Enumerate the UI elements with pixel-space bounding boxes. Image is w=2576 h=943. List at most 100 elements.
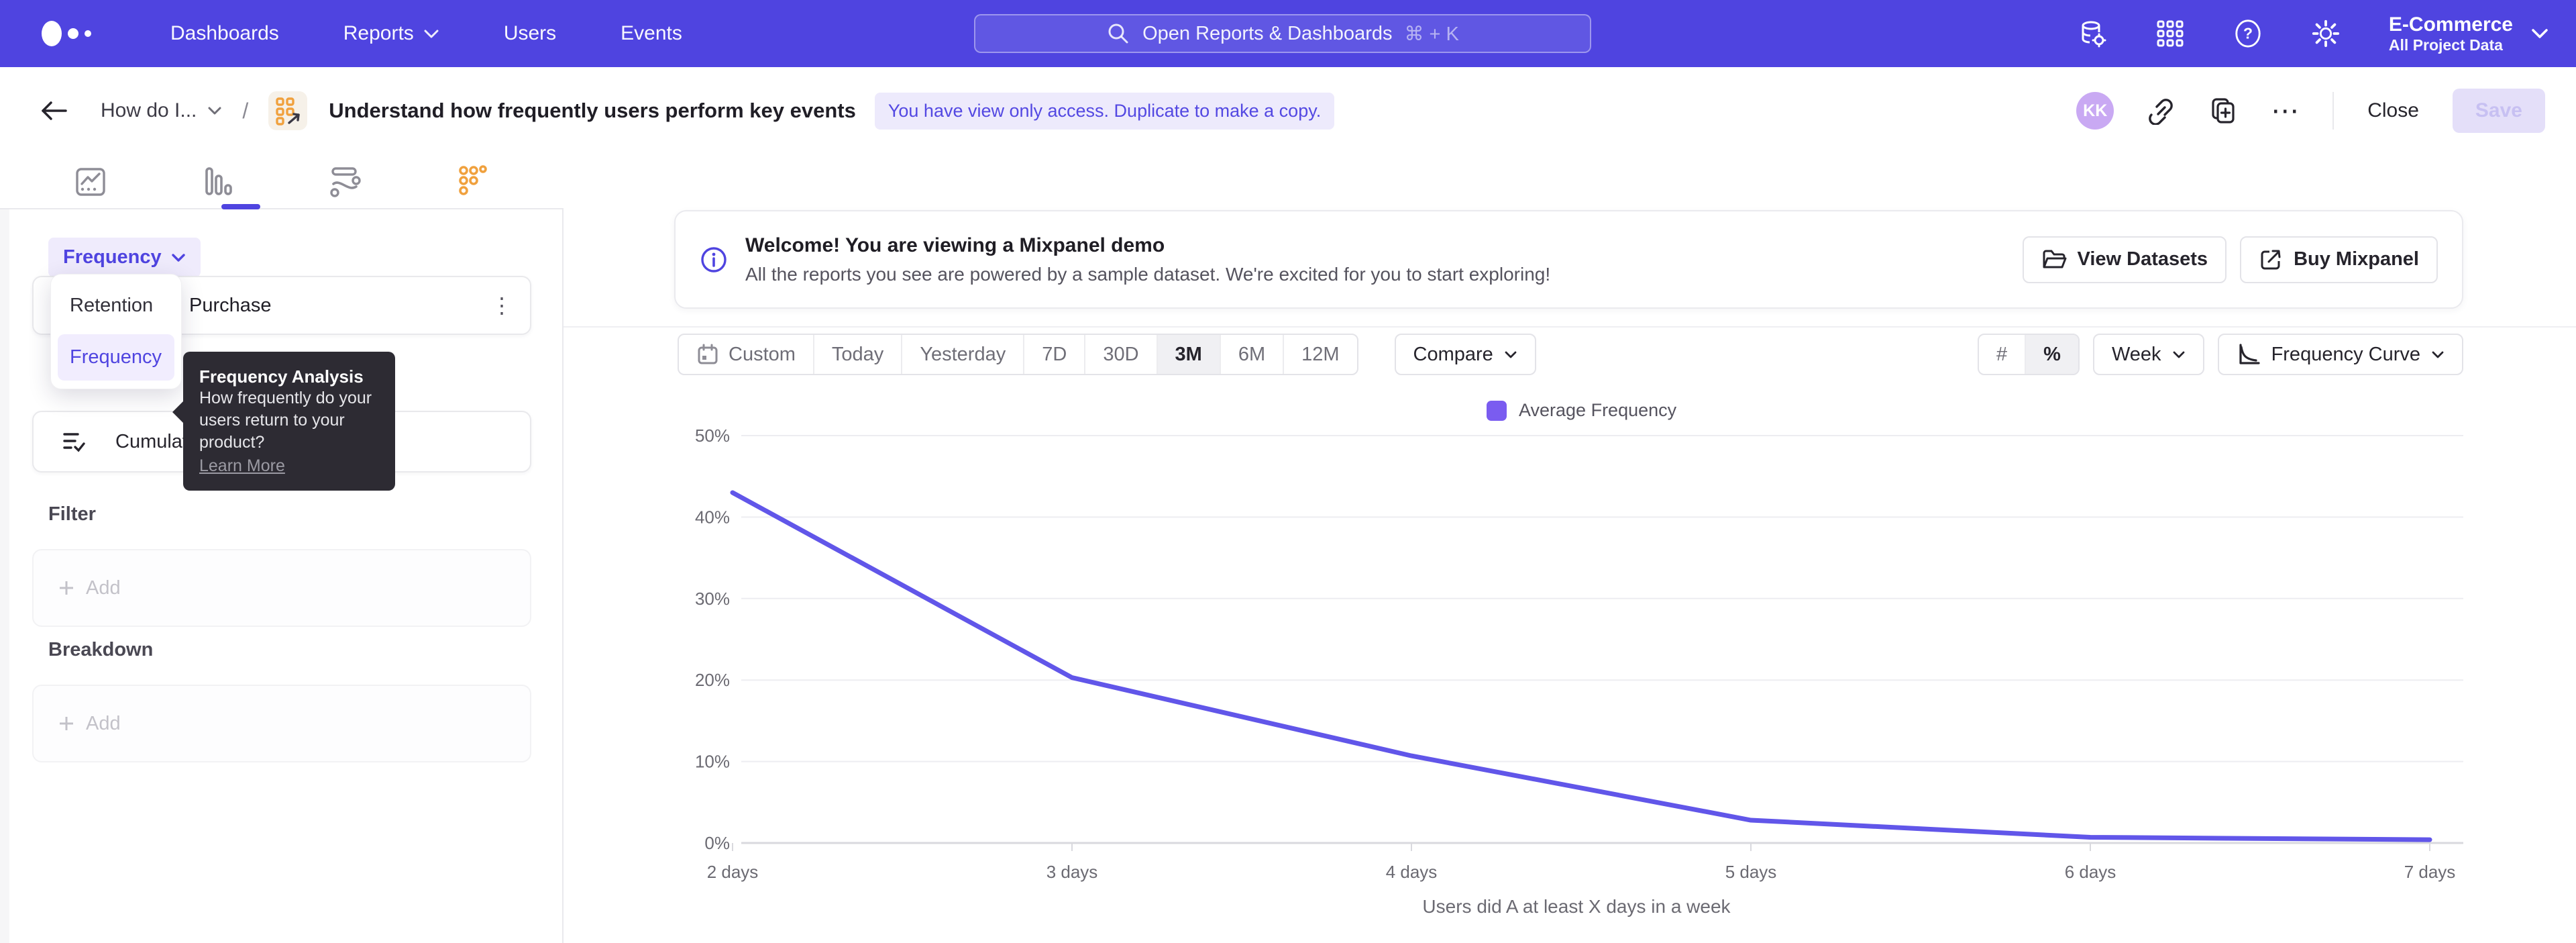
settings-gear-icon[interactable]	[2311, 19, 2341, 48]
range-label: Custom	[729, 344, 796, 366]
save-button[interactable]: Save	[2453, 89, 2545, 133]
tooltip-body: How frequently do your users return to y…	[199, 387, 379, 454]
chevron-down-icon	[207, 106, 222, 115]
tab-funnels[interactable]	[198, 161, 238, 201]
svg-text:?: ?	[2243, 25, 2253, 42]
tooltip-title: Frequency Analysis	[199, 366, 379, 387]
range-label: 3M	[1175, 344, 1202, 366]
add-label: Add	[86, 713, 121, 735]
nav-label: Reports	[343, 22, 414, 45]
buy-mixpanel-label: Buy Mixpanel	[2294, 248, 2419, 270]
breakdown-heading: Breakdown	[48, 639, 153, 661]
range-label: 6M	[1238, 344, 1265, 366]
retention-icon	[455, 164, 490, 199]
demo-banner: Welcome! You are viewing a Mixpanel demo…	[674, 210, 2463, 309]
list-check-icon	[60, 428, 87, 455]
range-6m[interactable]: 6M	[1221, 335, 1284, 374]
range-label: 12M	[1301, 344, 1339, 366]
search-icon	[1106, 21, 1130, 46]
chart-caption: Users did A at least X days in a week	[671, 896, 2482, 917]
x-axis-tick-label: 5 days	[1725, 862, 1777, 882]
range-7d[interactable]: 7D	[1024, 335, 1085, 374]
nav-label: Users	[504, 22, 556, 45]
view-only-badge[interactable]: You have view only access. Duplicate to …	[875, 93, 1334, 130]
top-nav: Dashboards Reports Users Events Open Rep…	[0, 0, 2576, 67]
learn-more-link[interactable]: Learn More	[199, 456, 285, 476]
format-number-option[interactable]: #	[1979, 335, 2026, 374]
range-3m-selected[interactable]: 3M	[1158, 335, 1221, 374]
chevron-down-icon	[423, 28, 439, 39]
nav-reports[interactable]: Reports	[343, 22, 439, 45]
tab-flows[interactable]	[325, 161, 366, 201]
range-30d[interactable]: 30D	[1085, 335, 1157, 374]
chevron-down-icon	[1504, 350, 1517, 359]
frequency-curve-icon	[2237, 342, 2261, 366]
chart-type-dropdown[interactable]: Frequency Curve	[2218, 334, 2463, 375]
y-axis-tick-label: 0%	[704, 833, 730, 853]
breakdown-add-button[interactable]: Add	[32, 685, 531, 762]
y-axis-tick-label: 20%	[695, 670, 730, 690]
event-menu-icon[interactable]: ⋮	[491, 293, 513, 318]
range-today[interactable]: Today	[814, 335, 902, 374]
back-button[interactable]	[39, 99, 68, 123]
funnels-icon	[201, 164, 235, 199]
project-switcher[interactable]: E-Commerce All Project Data	[2389, 13, 2549, 54]
report-type-tabs	[0, 154, 564, 209]
help-icon[interactable]: ?	[2233, 19, 2263, 48]
measurement-dropdown-button[interactable]: Frequency	[48, 238, 201, 277]
nav-label: Dashboards	[170, 22, 279, 45]
calendar-icon	[696, 343, 719, 366]
legend-item[interactable]: Average Frequency	[1487, 400, 1676, 421]
legend-swatch	[1487, 401, 1507, 421]
mixpanel-logo[interactable]	[42, 21, 91, 46]
copy-link-icon[interactable]	[2147, 97, 2176, 125]
tab-retention[interactable]	[453, 161, 493, 201]
buy-mixpanel-button[interactable]: Buy Mixpanel	[2240, 236, 2438, 283]
search-placeholder: Open Reports & Dashboards	[1142, 23, 1392, 45]
data-management-icon[interactable]	[2078, 19, 2107, 48]
average-frequency-line	[733, 493, 2430, 840]
insights-icon	[73, 164, 108, 199]
percent-icon: %	[2043, 344, 2061, 366]
logo-dot	[68, 28, 78, 39]
x-axis-tick-label: 2 days	[707, 862, 759, 882]
event-name: Purchase	[189, 295, 272, 317]
range-12m[interactable]: 12M	[1284, 335, 1356, 374]
active-tab-underline	[221, 204, 260, 209]
report-title: Understand how frequently users perform …	[329, 99, 856, 123]
banner-subtitle: All the reports you see are powered by a…	[745, 264, 1550, 285]
breadcrumb-separator: /	[242, 99, 248, 123]
nav-users[interactable]: Users	[504, 22, 556, 45]
nav-dashboards[interactable]: Dashboards	[170, 22, 279, 45]
breadcrumb[interactable]: How do I...	[101, 99, 222, 122]
search-shortcut: ⌘ + K	[1404, 22, 1458, 46]
close-button[interactable]: Close	[2367, 99, 2419, 122]
date-range-group: Custom Today Yesterday 7D 30D 3M 6M 12M	[678, 334, 1358, 375]
more-icon[interactable]: ⋯	[2271, 104, 2299, 117]
logo-dot	[42, 21, 62, 46]
frequency-chart: 50%40%30%20%10%0%2 days3 days4 days5 day…	[671, 423, 2482, 893]
range-custom[interactable]: Custom	[679, 335, 814, 374]
duplicate-icon[interactable]	[2209, 97, 2237, 125]
interval-label: Week	[2112, 344, 2161, 366]
plus-icon	[58, 715, 75, 732]
compare-button[interactable]: Compare	[1395, 334, 1536, 375]
range-label: 30D	[1103, 344, 1138, 366]
plus-icon	[58, 579, 75, 597]
dropdown-option-retention[interactable]: Retention	[58, 283, 174, 329]
dropdown-option-frequency[interactable]: Frequency	[58, 334, 174, 381]
tab-insights[interactable]	[70, 161, 111, 201]
range-yesterday[interactable]: Yesterday	[902, 335, 1024, 374]
filter-add-button[interactable]: Add	[32, 549, 531, 627]
format-percent-option[interactable]: %	[2026, 335, 2078, 374]
legend-label: Average Frequency	[1519, 400, 1676, 421]
measurement-dropdown-menu: Retention Frequency	[50, 274, 182, 389]
interval-dropdown[interactable]: Week	[2093, 334, 2204, 375]
nav-events[interactable]: Events	[621, 22, 682, 45]
avatar[interactable]: KK	[2076, 92, 2114, 130]
apps-grid-icon[interactable]	[2155, 19, 2185, 48]
banner-title: Welcome! You are viewing a Mixpanel demo	[745, 234, 1550, 257]
x-axis-tick-label: 6 days	[2065, 862, 2116, 882]
view-datasets-button[interactable]: View Datasets	[2023, 236, 2227, 283]
global-search-input[interactable]: Open Reports & Dashboards ⌘ + K	[974, 14, 1591, 53]
